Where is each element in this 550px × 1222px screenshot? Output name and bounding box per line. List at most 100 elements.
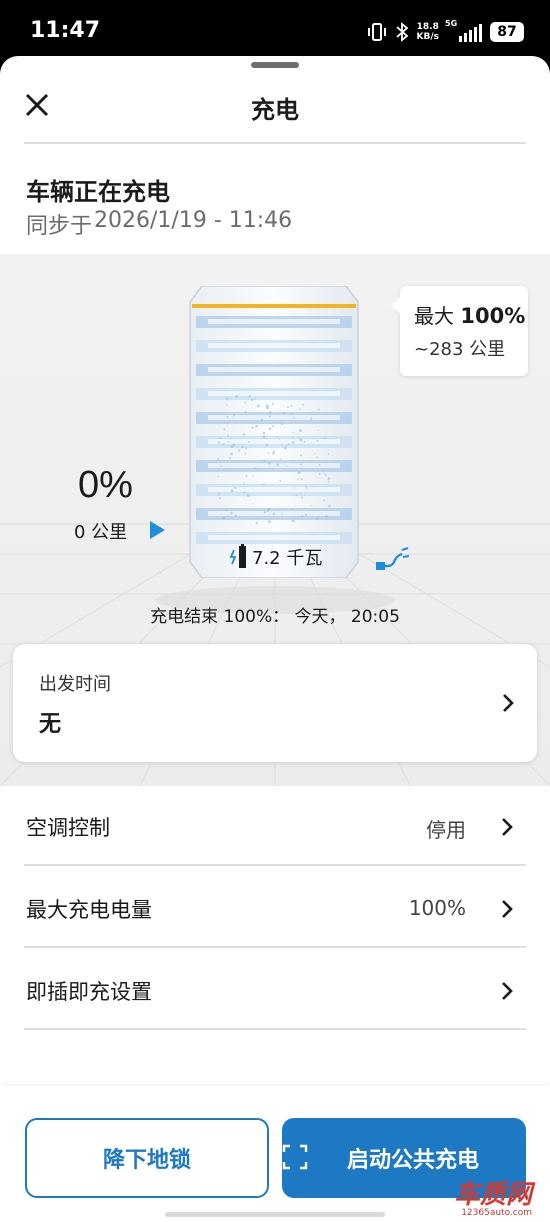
charge-particle [318, 463, 321, 466]
sheet-grabber[interactable] [251, 62, 299, 68]
charge-particle [327, 453, 330, 455]
charge-particle [305, 513, 308, 516]
charge-particle [298, 408, 301, 411]
sync-prefix: 同步于 [26, 214, 93, 239]
settings-row-max-charge[interactable]: 最大充电电量 100% [24, 868, 526, 948]
battery-indicator: 87 [490, 22, 524, 42]
charge-particle [255, 424, 258, 428]
charge-particle [248, 440, 250, 443]
charge-particle [291, 508, 293, 510]
charge-particle [287, 443, 290, 446]
charge-particle [234, 514, 237, 517]
charge-particle [245, 475, 248, 477]
charge-particle [272, 468, 274, 470]
charge-particle [216, 458, 220, 461]
charging-power: 7.2 千瓦 [230, 544, 322, 570]
charge-particle [290, 412, 292, 415]
charge-particle [268, 427, 272, 430]
charge-particle [293, 487, 295, 489]
charge-end-time: 充电结束 100%： 今天， 20:05 [150, 607, 400, 627]
charge-particle [230, 511, 233, 515]
charge-particle [328, 505, 331, 508]
home-indicator[interactable] [165, 1212, 385, 1217]
charge-particle [324, 474, 327, 477]
max-charge-label: 最大充电电量 [26, 898, 152, 922]
charge-particle [222, 516, 226, 520]
charge-particle [310, 418, 312, 421]
charge-particle [286, 465, 288, 467]
charge-particle [226, 515, 228, 518]
plug-icon [376, 547, 410, 570]
charge-particle [268, 507, 271, 510]
charge-particle [233, 414, 235, 416]
charge-particle [280, 458, 282, 461]
charge-particle [317, 429, 320, 432]
charge-particle [265, 404, 269, 408]
charge-particle [230, 489, 234, 493]
charge-particle [226, 397, 229, 400]
status-icons: 18.8 KB/s 5G 87 [367, 19, 524, 44]
charge-particle [284, 446, 287, 450]
charge-particle [245, 447, 248, 450]
charge-particle [262, 431, 266, 435]
departure-time-label: 出发时间 [39, 674, 111, 695]
charge-particle [297, 478, 300, 480]
network-speed-value: 18.8 [416, 22, 439, 32]
charge-particle [223, 428, 226, 431]
charge-particle [244, 452, 247, 455]
status-bar: 11:47 18.8 KB/s 5G 87 [0, 0, 550, 58]
charge-particle [226, 404, 229, 406]
bluetooth-icon [395, 22, 408, 42]
charge-particle [260, 418, 263, 422]
charge-particle [318, 472, 321, 475]
battery-cell-highlight [208, 319, 340, 324]
charge-particle [301, 515, 304, 518]
charge-particle [281, 514, 283, 516]
charge-particle [251, 426, 254, 429]
settings-row-plug-and-charge[interactable]: 即插即充设置 [24, 950, 526, 1030]
charge-particle [293, 417, 295, 419]
charging-power-value: 7.2 千瓦 [252, 548, 323, 569]
charge-particle [243, 491, 245, 494]
start-public-charging-label: 启动公共充电 [346, 1148, 479, 1173]
charge-particle [256, 404, 260, 408]
charge-particle [263, 511, 266, 514]
charge-particle [323, 499, 325, 502]
charge-particle [242, 446, 244, 448]
charge-particle [291, 459, 293, 461]
battery-visual-panel: 最大 100% ~283 公里 0% 0 公里 7.2 千瓦 充电结束 100%… [0, 254, 550, 786]
charge-particle [298, 436, 300, 439]
charging-sheet: 充电 车辆正在充电 同步于 2026/1/19 - 11:46 最大 100% … [0, 56, 550, 1222]
max-percent: 100% [460, 304, 526, 328]
chevron-right-icon [502, 900, 513, 918]
charge-particle [267, 520, 271, 524]
charge-particle [317, 408, 320, 411]
charge-particle [276, 436, 278, 438]
battery-cell-highlight [208, 463, 340, 468]
charge-particle [248, 394, 251, 398]
departure-time-card[interactable]: 出发时间 无 [13, 644, 537, 762]
charge-particle [272, 512, 276, 516]
network-type: 5G [445, 19, 458, 28]
charge-particle [295, 494, 298, 497]
chevron-right-icon [502, 818, 513, 836]
battery-cell-highlight [208, 343, 340, 348]
max-charge-value: 100% [408, 896, 466, 920]
charge-particle [291, 519, 295, 523]
charge-particle [222, 442, 225, 446]
lower-parking-lock-button[interactable]: 降下地锁 [25, 1118, 269, 1198]
charge-particle [276, 463, 280, 467]
charge-particle [323, 472, 326, 475]
max-charge-line-text: 最大 100% [414, 300, 528, 329]
charge-particle [327, 477, 331, 480]
charge-particle [226, 434, 229, 437]
charge-particle [303, 440, 306, 443]
charge-particle [232, 443, 236, 447]
charge-particle [271, 424, 275, 428]
settings-row-climate[interactable]: 空调控制 停用 [24, 786, 526, 866]
current-level-marker-icon [150, 521, 165, 539]
charge-particle [244, 411, 247, 413]
charge-particle [235, 395, 239, 398]
battery-cell-highlight [208, 535, 340, 540]
charge-particle [272, 452, 275, 455]
